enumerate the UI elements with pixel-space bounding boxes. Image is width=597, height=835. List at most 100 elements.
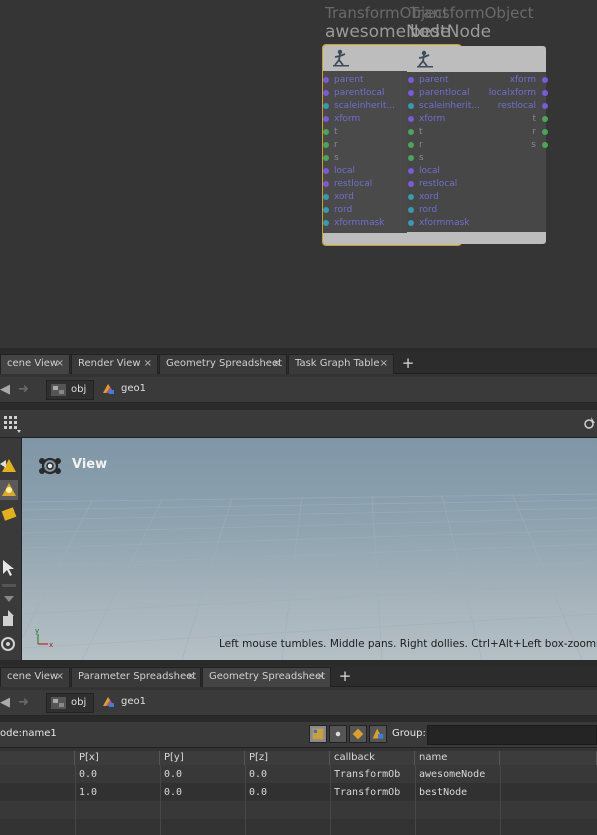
tab-close-icon[interactable]: × bbox=[380, 355, 388, 373]
tab-scene-view[interactable]: cene View × bbox=[0, 667, 70, 687]
tab-close-icon[interactable]: × bbox=[56, 355, 64, 373]
table-cell[interactable]: TransformOb bbox=[330, 766, 415, 784]
primitives-mode-icon[interactable] bbox=[349, 725, 367, 743]
input-port-dot[interactable] bbox=[408, 90, 414, 96]
spreadsheet-path-bar: ◀ ➜ obj geo1 bbox=[0, 690, 597, 716]
input-port-dot[interactable] bbox=[408, 220, 414, 226]
table-cell[interactable]: bestNode bbox=[415, 784, 500, 802]
column-header-pz[interactable]: P[z] bbox=[245, 751, 330, 765]
input-port-dot[interactable] bbox=[323, 77, 329, 83]
column-header-callback[interactable]: callback bbox=[330, 751, 415, 765]
select-object-tool-icon[interactable] bbox=[0, 456, 18, 476]
column-header-name[interactable]: name bbox=[415, 751, 500, 765]
input-port-dot[interactable] bbox=[408, 207, 414, 213]
input-port-dot[interactable] bbox=[408, 155, 414, 161]
table-cell[interactable]: 0.0 bbox=[245, 784, 330, 802]
back-arrow-icon[interactable]: ◀ bbox=[0, 694, 14, 712]
expand-tools-chevron-icon[interactable] bbox=[0, 590, 18, 610]
input-port-dot[interactable] bbox=[408, 103, 414, 109]
input-port-dot[interactable] bbox=[408, 142, 414, 148]
input-port-dot[interactable] bbox=[323, 155, 329, 161]
select-prim-tool-icon[interactable] bbox=[0, 504, 18, 524]
table-cell[interactable]: 0.0 bbox=[75, 766, 160, 784]
ground-grid bbox=[22, 493, 597, 660]
display-options-icon[interactable] bbox=[582, 416, 597, 431]
input-port-dot[interactable] bbox=[323, 116, 329, 122]
transform-figure-icon bbox=[417, 50, 433, 68]
add-tab-plus-icon[interactable]: + bbox=[399, 353, 417, 373]
group-label: Group: bbox=[392, 728, 426, 739]
table-cell[interactable]: 0.0 bbox=[245, 766, 330, 784]
tab-geometry-spreadsheet[interactable]: Geometry Spreadsheet × bbox=[202, 667, 331, 687]
table-cell[interactable]: awesomeNode bbox=[415, 766, 500, 784]
input-port-dot[interactable] bbox=[408, 168, 414, 174]
view-tool-icon[interactable] bbox=[0, 634, 18, 654]
tab-close-icon[interactable]: × bbox=[273, 355, 281, 373]
input-port-dot[interactable] bbox=[408, 77, 414, 83]
row-number-header[interactable] bbox=[0, 751, 75, 765]
arrow-select-tool-icon[interactable] bbox=[0, 558, 18, 578]
breadcrumb-label: obj bbox=[71, 697, 87, 708]
back-arrow-icon[interactable]: ◀ bbox=[0, 381, 14, 399]
input-port-dot[interactable] bbox=[323, 168, 329, 174]
breadcrumb-obj[interactable]: obj bbox=[46, 693, 94, 713]
table-cell[interactable]: 1.0 bbox=[75, 784, 160, 802]
table-cell[interactable]: 0.0 bbox=[160, 784, 245, 802]
output-port-dot[interactable] bbox=[542, 129, 548, 135]
view-menu-label[interactable]: View bbox=[72, 457, 107, 472]
input-port-dot[interactable] bbox=[408, 129, 414, 135]
grid-menu-icon[interactable] bbox=[3, 415, 21, 433]
output-port-dot[interactable] bbox=[542, 77, 548, 83]
input-port-label: t bbox=[419, 127, 423, 137]
camera-view-icon[interactable] bbox=[36, 455, 64, 477]
output-port-dot[interactable] bbox=[542, 116, 548, 122]
tab-task-graph-table[interactable]: Task Graph Table × bbox=[288, 354, 394, 374]
axis-y-label: y bbox=[35, 628, 39, 635]
input-port-dot[interactable] bbox=[323, 103, 329, 109]
input-port-dot[interactable] bbox=[323, 220, 329, 226]
add-tab-plus-icon[interactable]: + bbox=[336, 666, 354, 686]
column-header-px[interactable]: P[x] bbox=[75, 751, 160, 765]
group-input[interactable] bbox=[427, 725, 597, 745]
input-port-dot[interactable] bbox=[323, 194, 329, 200]
tab-geometry-spreadsheet[interactable]: Geometry Spreadsheet × bbox=[159, 354, 287, 374]
input-port-dot[interactable] bbox=[408, 181, 414, 187]
output-port-dot[interactable] bbox=[542, 103, 548, 109]
tab-close-icon[interactable]: × bbox=[56, 668, 64, 686]
network-editor[interactable]: TransformObject awesomeNode TransformObj… bbox=[0, 0, 597, 348]
forward-arrow-icon[interactable]: ➜ bbox=[18, 694, 32, 712]
handle-tool-icon[interactable] bbox=[0, 610, 18, 630]
input-port-dot[interactable] bbox=[323, 90, 329, 96]
node-header[interactable] bbox=[407, 46, 546, 72]
axis-x-label: x bbox=[49, 641, 53, 648]
input-port-dot[interactable] bbox=[323, 142, 329, 148]
input-port-dot[interactable] bbox=[408, 194, 414, 200]
tab-parameter-spreadsheet[interactable]: Parameter Spreadsheet × bbox=[71, 667, 201, 687]
input-port-label: s bbox=[419, 153, 424, 163]
table-cell[interactable]: 0.0 bbox=[160, 766, 245, 784]
input-port-dot[interactable] bbox=[323, 207, 329, 213]
detail-mode-icon[interactable] bbox=[369, 725, 387, 743]
tab-close-icon[interactable]: × bbox=[187, 668, 195, 686]
breadcrumb-geo1[interactable]: geo1 bbox=[97, 380, 157, 400]
tab-render-view[interactable]: Render View × bbox=[71, 354, 158, 374]
vertices-mode-icon[interactable] bbox=[329, 725, 347, 743]
output-port-dot[interactable] bbox=[542, 90, 548, 96]
breadcrumb-geo1[interactable]: geo1 bbox=[97, 693, 157, 713]
table-cell[interactable]: TransformOb bbox=[330, 784, 415, 802]
column-header-py[interactable]: P[y] bbox=[160, 751, 245, 765]
select-point-tool-icon[interactable] bbox=[0, 480, 18, 500]
input-port-label: scaleinherit... bbox=[419, 101, 480, 111]
tab-close-icon[interactable]: × bbox=[144, 355, 152, 373]
output-port-dot[interactable] bbox=[542, 142, 548, 148]
breadcrumb-obj[interactable]: obj bbox=[46, 380, 94, 400]
node-name-best[interactable]: bestNode bbox=[410, 22, 491, 42]
input-port-dot[interactable] bbox=[323, 129, 329, 135]
points-mode-icon[interactable] bbox=[309, 725, 327, 743]
tab-close-icon[interactable]: × bbox=[317, 668, 325, 686]
input-port-dot[interactable] bbox=[323, 181, 329, 187]
scene-viewport[interactable]: View y x Left mouse tumbles. Middle pans… bbox=[22, 438, 597, 660]
input-port-dot[interactable] bbox=[408, 116, 414, 122]
forward-arrow-icon[interactable]: ➜ bbox=[18, 381, 32, 399]
tab-scene-view[interactable]: cene View × bbox=[0, 354, 70, 374]
